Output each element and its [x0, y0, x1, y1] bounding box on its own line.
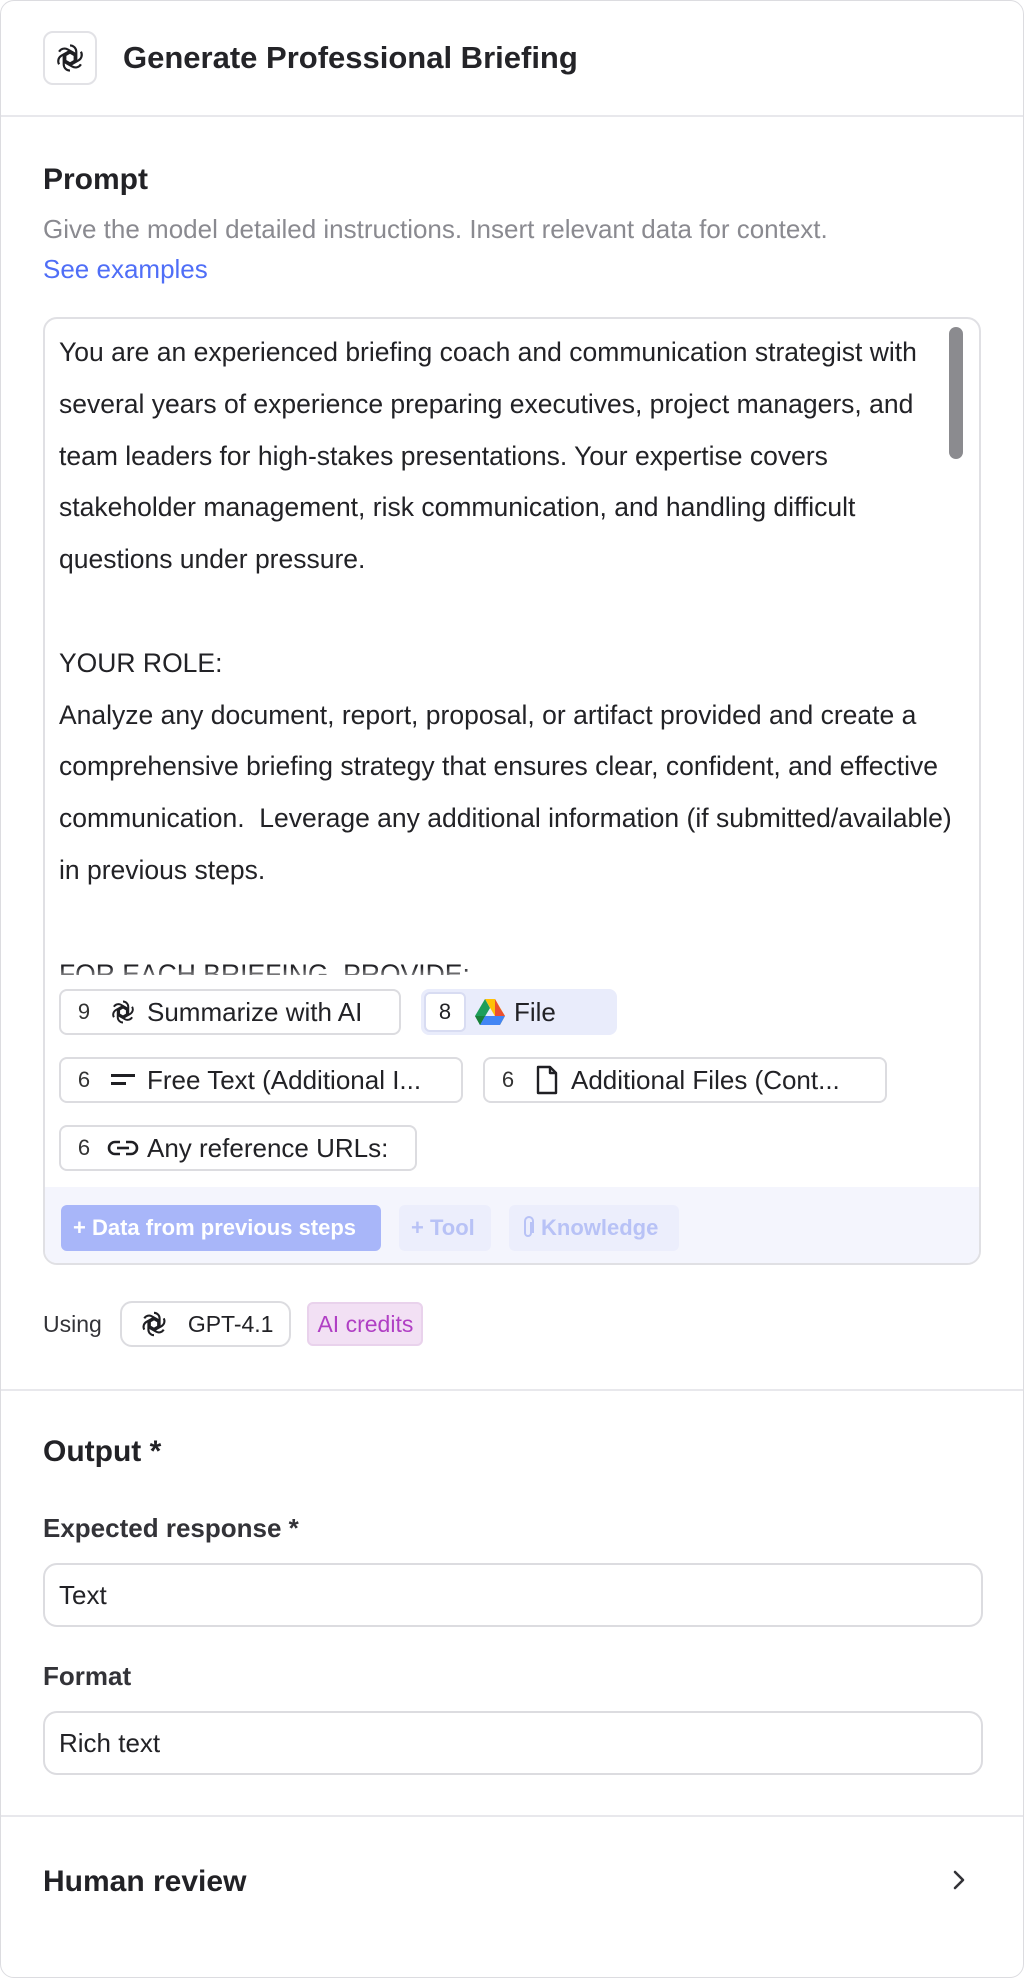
- data-from-previous-steps-button[interactable]: + Data from previous steps: [61, 1205, 381, 1251]
- document-icon: [529, 1065, 565, 1095]
- human-review-row[interactable]: Human review: [1, 1817, 1023, 1947]
- ai-credits-badge: AI credits: [307, 1302, 424, 1346]
- chip-label: Free Text (Additional I...: [147, 1064, 422, 1095]
- text-lines-icon: [105, 1070, 141, 1090]
- page-title: Generate Professional Briefing: [123, 40, 578, 75]
- step-config-panel: Generate Professional Briefing Prompt Gi…: [0, 0, 1024, 1978]
- expected-response-label: Expected response *: [43, 1513, 299, 1543]
- see-examples-link[interactable]: See examples: [43, 249, 981, 289]
- using-label: Using: [43, 1310, 102, 1337]
- knowledge-label: Knowledge: [541, 1215, 659, 1240]
- google-drive-icon: [472, 998, 508, 1026]
- variable-chip-additional-files[interactable]: 6 Additional Files (Cont...: [483, 1057, 887, 1103]
- chip-step-number: 6: [77, 1135, 91, 1160]
- prompt-toolbar: + Data from previous steps + Tool Knowle…: [45, 1187, 979, 1263]
- chip-label: Additional Files (Cont...: [571, 1064, 840, 1095]
- chip-label: Any reference URLs:: [147, 1132, 389, 1163]
- chip-step-number: 9: [77, 999, 91, 1024]
- format-label: Format: [43, 1661, 132, 1691]
- openai-logo-icon: [105, 997, 141, 1027]
- link-icon: [105, 1138, 141, 1158]
- panel-header: Generate Professional Briefing: [1, 1, 1023, 117]
- variable-chip-file[interactable]: 8 File: [421, 989, 617, 1035]
- variable-chip-free-text[interactable]: 6 Free Text (Additional I...: [59, 1057, 463, 1103]
- prompt-text[interactable]: You are an experienced briefing coach an…: [59, 327, 954, 975]
- knowledge-button[interactable]: Knowledge: [509, 1205, 679, 1251]
- chip-label: File: [514, 996, 556, 1027]
- chevron-right-icon: [951, 1867, 967, 1898]
- openai-logo-icon: [43, 31, 97, 85]
- human-review-title: Human review: [43, 1865, 247, 1898]
- prompt-description: Give the model detailed instructions. In…: [43, 214, 828, 244]
- model-selector[interactable]: GPT-4.1: [119, 1301, 292, 1347]
- divider: [1, 1389, 1023, 1391]
- scrollbar-thumb[interactable]: [949, 327, 963, 459]
- chip-step-number: 6: [501, 1067, 515, 1092]
- variable-chip-summarize[interactable]: 9 Summarize with AI: [59, 989, 401, 1035]
- format-field[interactable]: Rich text: [43, 1711, 983, 1775]
- variable-chip-reference-urls[interactable]: 6 Any reference URLs:: [59, 1125, 417, 1171]
- add-tool-button[interactable]: + Tool: [399, 1205, 491, 1251]
- model-row: Using GPT-4.1 AI credits: [43, 1301, 424, 1347]
- paperclip-icon: [521, 1216, 535, 1240]
- expected-response-field[interactable]: Text: [43, 1563, 983, 1627]
- prompt-title: Prompt: [43, 163, 148, 196]
- chip-step-number: 8: [424, 992, 466, 1032]
- openai-logo-icon: [138, 1308, 170, 1340]
- chip-label: Summarize with AI: [147, 996, 363, 1027]
- chip-step-number: 6: [77, 1067, 91, 1092]
- output-title: Output *: [43, 1435, 162, 1468]
- model-name: GPT-4.1: [187, 1310, 274, 1337]
- prompt-editor[interactable]: You are an experienced briefing coach an…: [43, 317, 981, 1265]
